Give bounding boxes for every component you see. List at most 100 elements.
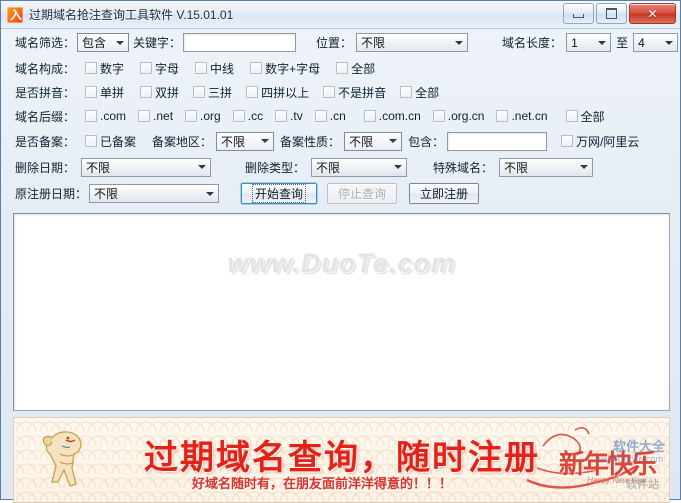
maximize-button[interactable] (596, 3, 627, 24)
domain-length-label: 域名长度： (502, 36, 563, 50)
icp-region-select[interactable]: 不限 (216, 131, 275, 151)
delete-date-label: 删除日期： (15, 160, 76, 175)
checkbox-label: .net (153, 109, 174, 123)
checkbox-suffix-0[interactable]: .com (85, 109, 126, 123)
checkbox-label: .cn (329, 109, 346, 123)
checkbox-compose-1[interactable]: 字母 (140, 60, 179, 77)
keyword-label: 关键字： (133, 36, 182, 50)
checkbox-icp-filed[interactable]: 已备案 (85, 133, 136, 150)
delete-type-select[interactable]: 不限 (311, 157, 408, 177)
row-pinyin: 是否拼音： 单拼 双拼 三拼 四拼以上 不是拼音 全部 (1, 80, 680, 104)
checkbox-suffix-4[interactable]: .tv (275, 109, 303, 123)
minimize-button[interactable] (563, 3, 594, 24)
checkbox-suffix-8[interactable]: .net.cn (496, 109, 548, 123)
row-domain-filter: 域名筛选： 包含 关键字： 位置： 不限 域名长度： 1 至 4 (1, 29, 680, 56)
length-from-select[interactable]: 1 (566, 33, 612, 52)
checkbox-label: 已备案 (100, 134, 137, 149)
promo-banner[interactable]: 过期域名查询，随时注册 好域名随时有，在朋友面前洋洋得意的！！！ 新年快乐 Ha… (13, 417, 670, 503)
checkbox-label: 双拼 (155, 85, 180, 100)
checkbox-label: .net.cn (511, 109, 548, 123)
title-bar: 入 过期域名抢注查询工具软件 V.15.01.01 ✕ (1, 1, 680, 29)
delete-date-select[interactable]: 不限 (81, 157, 212, 177)
checkbox-suffix-1[interactable]: .net (138, 109, 173, 123)
register-date-select[interactable]: 不限 (89, 184, 220, 203)
icp-nature-select[interactable]: 不限 (344, 131, 403, 151)
checkbox-compose-0[interactable]: 数字 (85, 60, 124, 77)
checkbox-icon (195, 62, 208, 74)
checkbox-suffix-3[interactable]: .cc (232, 109, 263, 123)
length-to-label: 至 (616, 36, 629, 50)
checkbox-pinyin-0[interactable]: 单拼 (85, 84, 124, 101)
checkbox-icon (250, 62, 263, 74)
icp-contains-label: 包含： (408, 134, 445, 149)
register-date-label: 原注册日期： (15, 187, 88, 201)
checkbox-label: 单拼 (100, 85, 125, 100)
checkbox-label: .org.cn (447, 109, 485, 123)
register-now-label: 立即注册 (420, 187, 469, 201)
position-select[interactable]: 不限 (356, 33, 469, 52)
goat-illustration (42, 431, 82, 487)
chevron-down-icon (116, 40, 125, 45)
overlay-watermark-3: 软件站 (626, 479, 659, 491)
checkbox-suffix-7[interactable]: .org.cn (432, 109, 485, 123)
stop-query-button: 停止查询 (327, 183, 398, 204)
icp-region-label: 备案地区： (152, 134, 213, 149)
checkbox-pinyin-3[interactable]: 四拼以上 (246, 84, 309, 101)
checkbox-icon (496, 110, 509, 122)
checkbox-pinyin-1[interactable]: 双拼 (140, 84, 179, 101)
icp-region-value: 不限 (221, 134, 246, 149)
delete-type-value: 不限 (316, 160, 341, 175)
register-date-value: 不限 (94, 187, 119, 201)
domain-filter-label: 域名筛选： (15, 36, 76, 50)
checkbox-suffix-5[interactable]: .cn (314, 109, 346, 123)
chevron-down-icon (598, 40, 607, 45)
row-domain-suffix: 域名后缀： .com .net .org .cc .tv .cn .com.cn… (1, 104, 680, 128)
keyword-input[interactable] (183, 33, 297, 52)
icp-nature-value: 不限 (349, 134, 374, 149)
checkbox-icon (185, 110, 198, 122)
checkbox-suffix-9[interactable]: 全部 (565, 108, 605, 125)
close-icon: ✕ (647, 6, 658, 21)
filter-mode-select[interactable]: 包含 (77, 33, 130, 52)
close-button[interactable]: ✕ (629, 3, 676, 24)
checkbox-label: 三拼 (208, 85, 233, 100)
checkbox-label: 全部 (415, 85, 440, 100)
checkbox-label: .com (100, 109, 127, 123)
checkbox-pinyin-5[interactable]: 全部 (400, 84, 439, 101)
checkbox-icon (323, 86, 336, 98)
checkbox-icon (138, 110, 151, 122)
checkbox-pinyin-4[interactable]: 不是拼音 (323, 84, 386, 101)
length-to-select[interactable]: 4 (633, 33, 679, 52)
checkbox-label: 中线 (210, 61, 235, 76)
checkbox-wanwang[interactable]: 万网/阿里云 (561, 133, 639, 150)
special-domain-value: 不限 (504, 160, 529, 175)
checkbox-icon (85, 135, 98, 147)
special-domain-select[interactable]: 不限 (499, 157, 594, 177)
start-query-button[interactable]: 开始查询 (241, 183, 318, 204)
results-list[interactable]: www.DuoTe.com (13, 213, 670, 411)
checkbox-icon (275, 110, 288, 122)
chevron-down-icon (580, 165, 589, 169)
row-icp: 是否备案： 已备案 备案地区： 不限 备案性质： 不限 包含： 万网/阿里云 (1, 128, 680, 154)
icp-contains-input[interactable] (447, 131, 548, 151)
checkbox-suffix-6[interactable]: .com.cn (363, 109, 421, 123)
register-now-button[interactable]: 立即注册 (409, 183, 480, 204)
checkbox-pinyin-2[interactable]: 三拼 (193, 84, 232, 101)
chevron-down-icon (455, 40, 464, 45)
checkbox-compose-2[interactable]: 中线 (195, 60, 234, 77)
checkbox-suffix-2[interactable]: .org (185, 109, 221, 123)
checkbox-label: 字母 (155, 61, 180, 76)
window-controls: ✕ (563, 3, 676, 24)
checkbox-compose-3[interactable]: 数字+字母 (250, 60, 320, 77)
app-window: 入 过期域名抢注查询工具软件 V.15.01.01 ✕ 域名筛选： 包含 关键字… (0, 0, 681, 503)
chevron-down-icon (665, 40, 674, 45)
checkbox-icon (561, 135, 574, 147)
chevron-down-icon (389, 139, 398, 143)
overlay-watermark-2: www.DuoTe.com (595, 454, 663, 464)
length-to-value: 4 (638, 35, 645, 50)
checkbox-compose-4[interactable]: 全部 (336, 60, 375, 77)
length-from-value: 1 (571, 35, 578, 50)
checkbox-icon (85, 62, 98, 74)
chevron-down-icon (206, 191, 215, 196)
checkbox-icon (232, 110, 245, 122)
